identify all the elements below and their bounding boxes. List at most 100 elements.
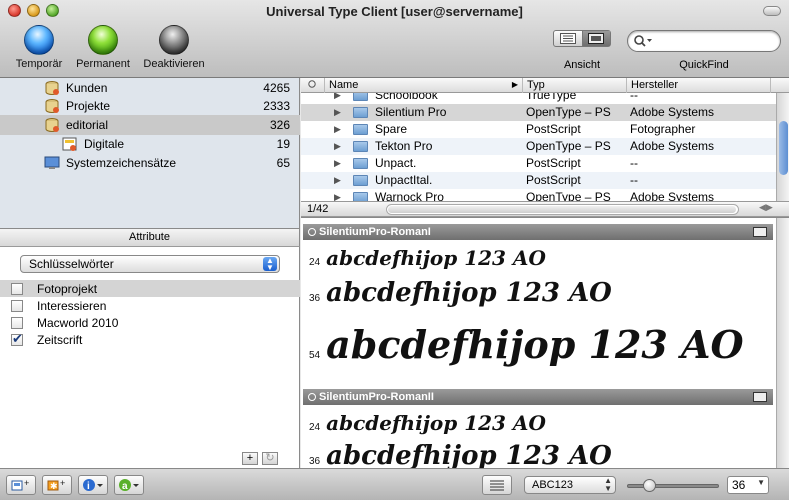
set-count: 65 <box>276 156 290 170</box>
keyword-checkbox[interactable] <box>11 282 23 295</box>
disclosure-triangle-icon[interactable]: ▶ <box>334 175 341 186</box>
attribute-panel: Schlüsselwörter ▲ ▼ Fotoprojekt Interessi… <box>0 247 300 468</box>
list-view-icon <box>559 33 576 44</box>
set-item-projekte[interactable]: Projekte 2333 <box>0 96 300 116</box>
keyword-item[interactable]: Macworld 2010 <box>0 314 300 331</box>
attribute-type-popup[interactable]: Schlüsselwörter ▲ ▼ <box>20 255 280 273</box>
folder-icon <box>353 175 368 186</box>
activation-column-header[interactable] <box>301 78 325 93</box>
table-row[interactable]: ▶ Tekton Pro OpenType – PS Adobe Systems <box>301 138 776 155</box>
activate-menu-button[interactable]: a <box>114 475 144 495</box>
dropdown-arrow-icon[interactable]: ▼ <box>757 479 765 487</box>
column-header-name[interactable]: Name ▶ <box>325 78 523 93</box>
font-sample: 54 abcdefhijop 123 AO <box>309 322 744 367</box>
font-sample: 24 abcdefhijop 123 AO <box>309 246 546 270</box>
font-vendor: -- <box>630 156 638 170</box>
font-type: TrueType <box>526 93 577 102</box>
disclosure-triangle-icon[interactable]: ▶ <box>334 192 341 201</box>
font-preview-panel: SilentiumPro-RomanI 24 abcdefhijop 123 AO… <box>301 217 789 468</box>
set-item-kunden[interactable]: Kunden 4265 <box>0 78 300 98</box>
size-slider[interactable] <box>627 479 719 492</box>
preview-mode-button[interactable] <box>482 475 512 495</box>
sample-size: 36 <box>309 456 321 467</box>
attribute-type-value: Schlüsselwörter <box>29 257 114 271</box>
set-name: Digitale <box>84 137 125 151</box>
sample-size: 36 <box>309 293 321 304</box>
set-name: Kunden <box>66 81 108 95</box>
font-sample: 36 abcdefhijop 123 AO <box>309 278 612 308</box>
disclosure-triangle-icon[interactable]: ▶ <box>334 124 341 135</box>
scroll-thumb[interactable] <box>779 121 788 175</box>
preview-scrollbar[interactable] <box>776 218 789 468</box>
folder-icon <box>353 158 368 169</box>
preview-font-name: SilentiumPro-RomanII <box>319 391 434 403</box>
new-set-button[interactable]: + <box>6 475 36 495</box>
sample-text: abcdefhijop 123 AO <box>326 246 546 270</box>
svg-text:i: i <box>87 481 90 492</box>
deactivate-button[interactable]: Deaktivieren <box>140 25 208 70</box>
search-icon <box>634 35 652 47</box>
quickfind-input[interactable] <box>654 34 774 48</box>
sets-panel: Kunden 4265 Projekte 2333 editorial 326 … <box>0 78 300 228</box>
keyword-checkbox-checked[interactable] <box>11 331 23 347</box>
add-keyword-button[interactable]: + <box>242 452 258 465</box>
preview-font-header: SilentiumPro-RomanII <box>303 389 773 405</box>
font-name: Warnock Pro <box>375 190 444 201</box>
info-button[interactable]: i <box>78 475 108 495</box>
set-item-systemzeichensaetze[interactable]: Systemzeichensätze 65 <box>0 153 300 173</box>
page-indicator: 1/42 <box>307 203 329 215</box>
keyword-checkbox[interactable] <box>11 316 23 329</box>
preview-view-button[interactable] <box>581 31 610 46</box>
table-row[interactable]: ▶ UnpactItal. PostScript -- <box>301 172 776 189</box>
keyword-item[interactable]: Interessieren <box>0 297 300 314</box>
font-type: PostScript <box>526 122 581 136</box>
font-vendor: Adobe Systems <box>630 190 715 201</box>
scroll-arrows-icon[interactable]: ◀▶ <box>759 202 773 213</box>
table-horizontal-scrollbar[interactable] <box>386 204 739 215</box>
temporary-activate-button[interactable]: Temporär <box>8 25 70 70</box>
toolbar-toggle-button[interactable] <box>763 6 781 16</box>
keyword-item[interactable]: Fotoprojekt <box>0 280 300 297</box>
quickfind-search-field[interactable] <box>627 30 781 52</box>
disclosure-triangle-icon[interactable]: ▶ <box>334 141 341 152</box>
font-vendor: -- <box>630 93 638 102</box>
column-header-typ[interactable]: Typ <box>523 78 627 93</box>
refresh-keyword-button[interactable]: ↻ <box>262 452 278 465</box>
keyword-label: Interessieren <box>37 298 107 313</box>
list-view-button[interactable] <box>554 31 582 46</box>
font-name: UnpactItal. <box>375 173 433 187</box>
sample-text-popup[interactable]: ABC123 ▲ ▼ <box>524 476 616 494</box>
table-vertical-scrollbar[interactable] <box>776 93 789 201</box>
keyword-item[interactable]: Zeitscrift <box>0 331 300 348</box>
set-item-editorial[interactable]: editorial 326 <box>0 115 300 135</box>
table-row[interactable]: ▶ Warnock Pro OpenType – PS Adobe System… <box>301 189 776 201</box>
size-slider-knob[interactable] <box>643 479 657 492</box>
table-row[interactable]: ▶ Unpact. PostScript -- <box>301 155 776 172</box>
set-item-digitale[interactable]: Digitale 19 <box>0 134 300 154</box>
column-header-hersteller[interactable]: Hersteller <box>627 78 771 93</box>
font-sample: 36 abcdefhijop 123 AO <box>309 441 612 468</box>
database-icon <box>44 98 60 114</box>
folder-icon <box>353 124 368 135</box>
table-pager: 1/42 ◀▶ <box>301 201 789 217</box>
new-smart-set-button[interactable]: ✱ + <box>42 475 72 495</box>
folder-icon <box>353 107 368 118</box>
permanent-activate-button[interactable]: Permanent <box>72 25 134 70</box>
preview-options-icon[interactable] <box>753 227 767 237</box>
folder-icon <box>353 192 368 201</box>
disclosure-triangle-icon[interactable]: ▶ <box>334 158 341 169</box>
keyword-checkbox[interactable] <box>11 299 23 312</box>
keyword-label: Zeitscrift <box>37 332 83 347</box>
window-toolbar: Universal Type Client [user@servername] … <box>0 0 789 78</box>
table-row[interactable]: ▶ Spare PostScript Fotographer <box>301 121 776 138</box>
popup-arrows-icon: ▲ ▼ <box>604 476 612 493</box>
size-combo[interactable]: 36 ▼ <box>727 476 769 494</box>
font-sample: 24 abcdefhijop 123 AO <box>309 411 546 435</box>
table-row[interactable]: ▶ Schoolbook TrueType -- <box>301 93 776 104</box>
table-row[interactable]: ▶ Silentium Pro OpenType – PS Adobe Syst… <box>301 104 776 121</box>
keyword-label: Macworld 2010 <box>37 315 119 330</box>
preview-options-icon[interactable] <box>753 392 767 402</box>
svg-text:a: a <box>122 481 128 492</box>
disclosure-triangle-icon[interactable]: ▶ <box>334 107 341 118</box>
disclosure-triangle-icon[interactable]: ▶ <box>334 93 341 101</box>
